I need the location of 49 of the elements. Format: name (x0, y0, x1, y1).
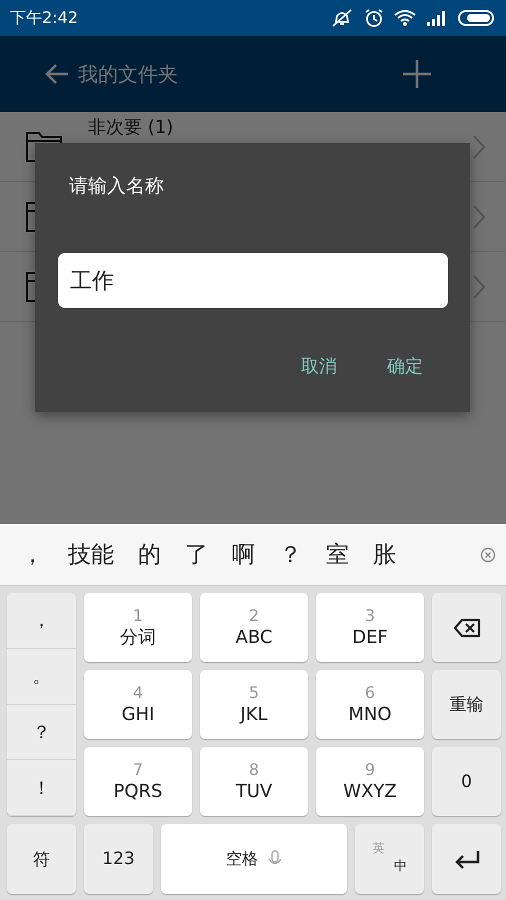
keyboard-key[interactable]: 符 (7, 824, 76, 894)
status-time: 下午2:42 (10, 8, 78, 28)
wifi-icon (394, 9, 416, 27)
candidate-word[interactable]: 的 (129, 539, 170, 570)
back-arrow-icon[interactable] (44, 63, 70, 85)
language-switch-key[interactable]: 英 中 (355, 824, 424, 894)
candidate-word[interactable]: ， (12, 539, 53, 570)
symbol-key[interactable]: 。 (7, 648, 76, 704)
battery-icon (458, 9, 496, 27)
keypad-key[interactable]: 3 DEF (316, 593, 424, 662)
chevron-right-icon (472, 204, 486, 230)
keypad-key[interactable]: 1 分词 (84, 593, 192, 662)
dialog-button[interactable]: 确定 (373, 348, 437, 384)
space-key[interactable]: 空格 (161, 824, 347, 894)
keypad-key[interactable]: 7 PQRS (84, 747, 192, 816)
alarm-icon (364, 8, 384, 28)
keypad-key[interactable]: 6 MNO (316, 670, 424, 739)
backspace-key[interactable] (432, 593, 501, 662)
keyboard-key[interactable]: 123 (84, 824, 153, 894)
keyboard-key[interactable]: 0 (432, 747, 501, 816)
symbol-key[interactable]: ！ (7, 760, 76, 816)
signal-icon (426, 10, 448, 26)
backspace-icon (452, 618, 480, 638)
candidate-word[interactable]: 技能 (59, 539, 123, 570)
folder-name: 非次要 (1) (88, 117, 174, 139)
enter-icon (452, 849, 480, 869)
candidate-word[interactable]: 室 (317, 539, 358, 570)
symbol-key[interactable]: ？ (7, 704, 76, 760)
keypad-key[interactable]: 2 ABC (200, 593, 308, 662)
candidate-word[interactable]: 胀 (364, 539, 405, 570)
candidate-word[interactable]: 啊 (223, 539, 264, 570)
name-input-field[interactable]: 工作 (58, 253, 448, 308)
symbol-key[interactable]: ， (7, 593, 76, 649)
add-icon[interactable] (402, 59, 432, 89)
keypad-key[interactable]: 4 GHI (84, 670, 192, 739)
keyboard-key[interactable]: 重输 (432, 670, 501, 739)
chevron-right-icon (472, 134, 486, 160)
enter-key[interactable] (432, 824, 501, 894)
close-icon[interactable] (480, 546, 496, 562)
chevron-right-icon (472, 274, 486, 300)
mute-icon (330, 8, 354, 28)
dialog-button[interactable]: 取消 (287, 348, 351, 384)
keypad-key[interactable]: 8 TUV (200, 747, 308, 816)
app-title: 我的文件夹 (78, 60, 179, 88)
keypad-key[interactable]: 5 JKL (200, 670, 308, 739)
keypad-key[interactable]: 9 WXYZ (316, 747, 424, 816)
dialog-title: 请输入名称 (69, 174, 165, 199)
candidate-word[interactable]: 了 (176, 539, 217, 570)
candidate-word[interactable]: ？ (270, 539, 311, 570)
